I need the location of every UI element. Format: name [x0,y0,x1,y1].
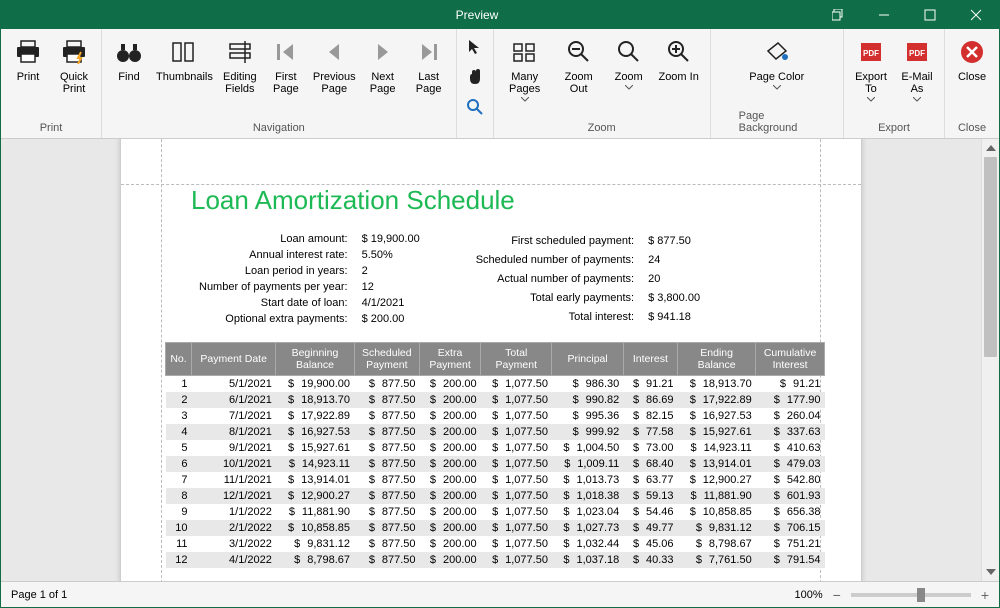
table-row: 48/1/2021$ 16,927.53$ 877.50$ 200.00$ 1,… [166,424,825,440]
prev-icon [325,35,343,69]
pointer-tool[interactable] [463,35,487,59]
table-row: 113/1/2022$ 9,831.12$ 877.50$ 200.00$ 1,… [166,536,825,552]
zoom-slider[interactable] [851,593,971,597]
print-button[interactable]: Print [7,33,49,119]
page-color-button[interactable]: Page Color [747,33,806,107]
thumbnails-icon [171,35,197,69]
form-icon [227,35,253,69]
chevron-down-icon [625,85,633,90]
pdf-icon: PDF [859,35,883,69]
minimize-button[interactable] [861,1,907,29]
zoom-level: 100% [794,589,822,601]
scroll-up-button[interactable] [982,139,999,157]
export-to-button[interactable]: PDFExport To [850,33,892,119]
bucket-icon [764,35,790,69]
next-page-button[interactable]: Next Page [362,33,404,119]
quick-print-button[interactable]: Quick Print [53,33,95,119]
magnifier-tool[interactable] [463,95,487,119]
table-header: Beginning Balance [276,343,354,376]
table-row: 610/1/2021$ 14,923.11$ 877.50$ 200.00$ 1… [166,456,825,472]
table-header: Payment Date [192,343,276,376]
ribbon: Print Quick Print Print Find Thumbnails … [1,29,999,139]
next-icon [374,35,392,69]
last-icon [418,35,440,69]
table-header: No. [166,343,192,376]
table-header: Interest [623,343,677,376]
table-row: 102/1/2022$ 10,858.85$ 877.50$ 200.00$ 1… [166,520,825,536]
zoom-minus-button[interactable]: − [833,587,841,603]
title-bar: Preview [1,1,999,29]
maximize-button[interactable] [907,1,953,29]
zoom-out-icon [567,35,591,69]
close-circle-icon [960,35,984,69]
hand-tool[interactable] [463,65,487,89]
table-header: Cumulative Interest [756,343,825,376]
table-row: 59/1/2021$ 15,927.61$ 877.50$ 200.00$ 1,… [166,440,825,456]
editing-fields-button[interactable]: Editing Fields [219,33,261,119]
email-as-button[interactable]: PDFE-Mail As [896,33,938,119]
table-header: Principal [552,343,623,376]
table-header: Ending Balance [678,343,756,376]
zoom-plus-button[interactable]: + [981,587,989,603]
printer-bolt-icon [61,35,87,69]
scroll-down-button[interactable] [982,563,999,581]
pdf-mail-icon: PDF [905,35,929,69]
chevron-down-icon [913,97,921,102]
table-row: 37/1/2021$ 17,922.89$ 877.50$ 200.00$ 1,… [166,408,825,424]
document-title: Loan Amortization Schedule [161,139,825,230]
last-page-button[interactable]: Last Page [408,33,450,119]
table-row: 26/1/2021$ 18,913.70$ 877.50$ 200.00$ 1,… [166,392,825,408]
close-window-button[interactable] [953,1,999,29]
svg-text:PDF: PDF [863,49,879,58]
chevron-down-icon [867,97,875,102]
binoculars-icon [116,35,142,69]
page-indicator: Page 1 of 1 [11,589,67,601]
thumbnails-button[interactable]: Thumbnails [154,33,215,119]
svg-text:PDF: PDF [909,49,925,58]
table-row: 812/1/2021$ 12,900.27$ 877.50$ 200.00$ 1… [166,488,825,504]
preview-area: Loan Amortization Schedule Loan amount:$… [1,139,999,581]
zoom-icon [617,35,641,69]
table-row: 124/1/2022$ 8,798.67$ 877.50$ 200.00$ 1,… [166,552,825,568]
chevron-down-icon [773,85,781,90]
status-bar: Page 1 of 1 100% − + [1,581,999,607]
first-page-button[interactable]: First Page [265,33,307,119]
zoom-in-button[interactable]: Zoom In [654,33,704,119]
window-title: Preview [139,8,815,22]
slider-handle[interactable] [917,588,925,602]
grid-icon [512,35,538,69]
table-header: Scheduled Payment [354,343,419,376]
scroll-thumb[interactable] [984,157,997,357]
table-row: 711/1/2021$ 13,914.01$ 877.50$ 200.00$ 1… [166,472,825,488]
first-icon [275,35,297,69]
chevron-down-icon [521,97,529,102]
zoom-in-icon [667,35,691,69]
amortization-table: No.Payment DateBeginning BalanceSchedule… [165,342,825,568]
table-row: 15/1/2021$ 19,900.00$ 877.50$ 200.00$ 1,… [166,376,825,393]
table-header: Extra Payment [420,343,481,376]
find-button[interactable]: Find [108,33,150,119]
many-pages-button[interactable]: Many Pages [500,33,550,119]
prev-page-button[interactable]: Previous Page [311,33,358,119]
zoom-out-button[interactable]: Zoom Out [554,33,604,119]
table-row: 91/1/2022$ 11,881.90$ 877.50$ 200.00$ 1,… [166,504,825,520]
printer-icon [15,35,41,69]
close-button[interactable]: Close [951,33,993,119]
table-header: Total Payment [481,343,552,376]
loan-summary: Loan amount:$ 19,900.00Annual interest r… [161,230,825,342]
vertical-scrollbar[interactable] [981,139,999,581]
zoom-button[interactable]: Zoom [608,33,650,119]
restore-button[interactable] [815,1,861,29]
